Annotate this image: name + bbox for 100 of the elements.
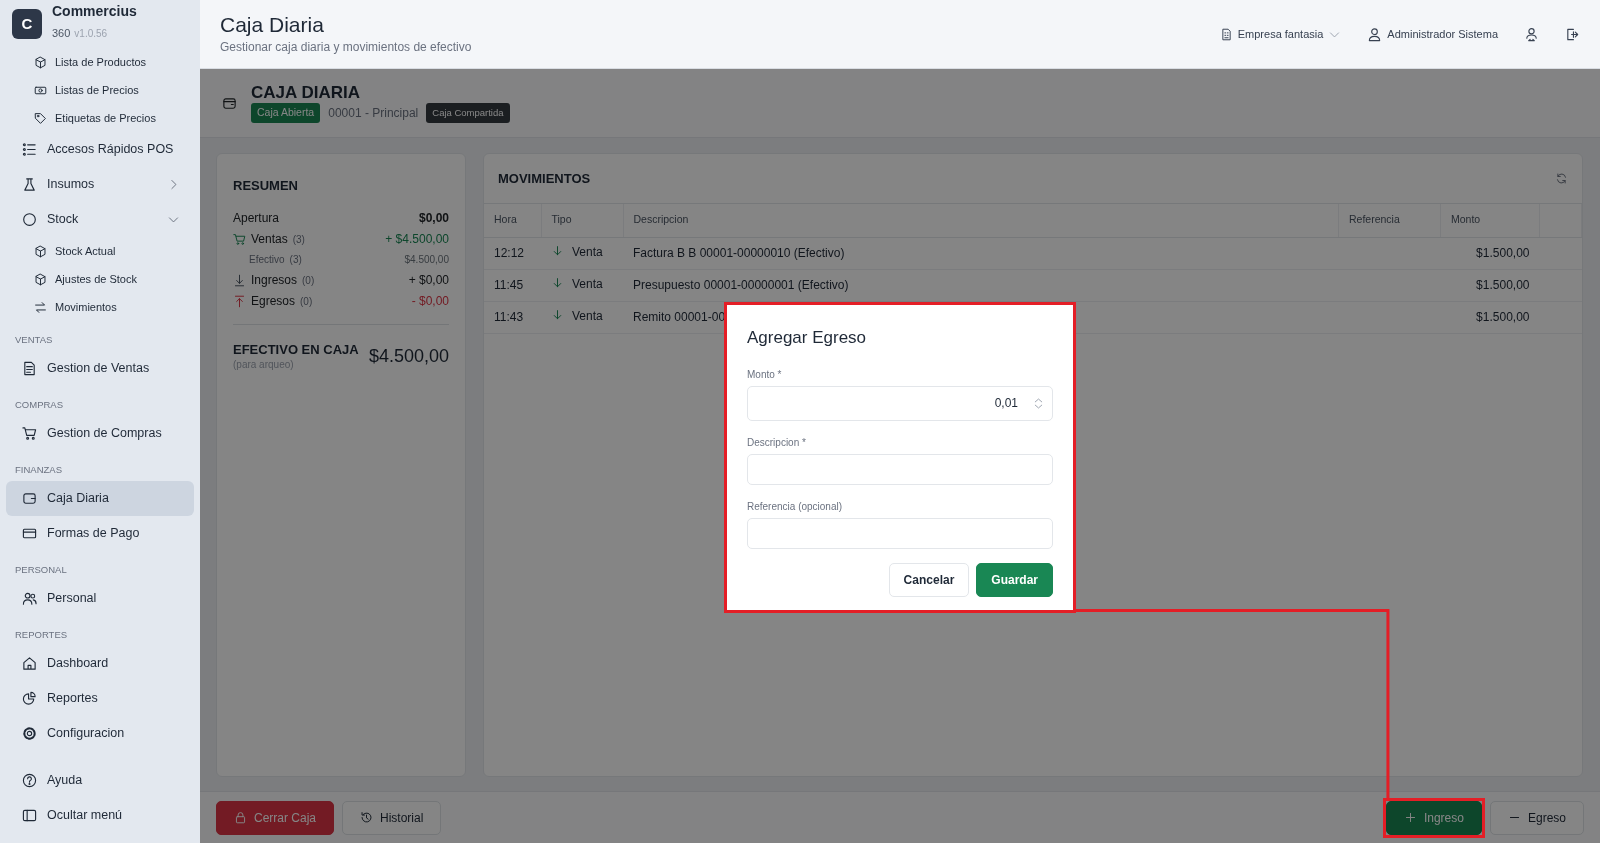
summary-amount: $4.500,00 [404,253,449,267]
summary-label: Ingresos [251,272,298,289]
flask-icon [22,177,37,192]
refresh-icon[interactable] [1555,172,1568,185]
section-title: CAJA DIARIA [251,82,361,104]
table-cell-text: Venta [572,275,603,293]
section-heading: COMPRAS [14,398,65,412]
field-label: Monto * [747,367,783,382]
arrow-up-icon [233,294,246,308]
cancel-button[interactable]: Cancelar [888,562,970,597]
summary-amount: - $0,00 [411,293,449,310]
column-header: Tipo [541,204,623,237]
card-title: RESUMEN [233,177,299,195]
sidebar-item[interactable]: Gestion de Compras [6,416,194,451]
summary-count: (3) [289,253,302,267]
arrow-down-icon [233,273,246,287]
sidebar-item[interactable]: Configuracion [6,716,194,751]
card-icon [22,526,37,541]
table-cell: Factura B B 00001-00000010 (Efectivo) [623,237,1339,269]
wallet-icon [22,491,37,506]
total-amount: $4.500,00 [368,344,449,368]
table-cell: 12:12 [484,237,541,269]
cart-icon [233,232,246,246]
table-cell: $1.500,00 [1440,237,1540,269]
people-icon [22,591,37,606]
save-button[interactable]: Guardar [976,562,1053,597]
sidebar-subitem[interactable]: Stock Actual [6,237,194,265]
sidebar-item[interactable]: Reportes [6,681,194,716]
lock-icon [234,811,247,824]
history-icon [360,811,373,824]
app-version: v1.0.56 [74,27,108,39]
sidebar-item[interactable]: Dashboard [6,646,194,681]
switch-user-icon[interactable] [1524,26,1539,42]
column-header: Referencia [1338,204,1441,237]
shared-tag: Caja Compartida [426,103,510,124]
table-cell: $1.500,00 [1440,269,1540,301]
circle-icon [22,212,37,227]
amount-field[interactable]: 0,01 [747,385,1053,421]
home-icon [22,656,37,671]
app-name: Commercius [52,4,137,20]
user-icon [1367,26,1383,42]
section-heading: VENTAS [14,333,54,347]
sidebar-item[interactable]: Insumos [6,167,194,202]
chart-icon [22,691,37,706]
column-header: Hora [484,204,541,237]
section-heading: FINANZAS [14,463,63,477]
expense-button[interactable]: Egreso [1489,800,1584,835]
table-cell: 11:45 [484,269,541,301]
logo: C [12,9,42,39]
sidebar-item[interactable]: Gestion de Ventas [6,351,194,386]
sidebar-subitem[interactable]: Listas de Precios [6,76,194,104]
summary-label: Ventas [251,231,288,248]
register-name: 00001 - Principal [328,105,419,123]
sidebar-item[interactable]: Stock [6,202,194,237]
company-selector[interactable]: Empresa fantasia [1219,25,1342,43]
status-tag: Caja Abierta [251,103,321,124]
summary-label: Efectivo [249,253,285,267]
sidebar-subitem[interactable]: Etiquetas de Precios [6,104,194,132]
table-cell-text: Venta [572,243,603,261]
logout-icon[interactable] [1565,26,1580,42]
card-title: MOVIMIENTOS [498,169,591,188]
summary-count: (3) [292,232,305,247]
table-cell-text: Venta [572,307,603,325]
cube-icon [34,272,47,286]
sidebar-item[interactable]: Ocultar menú [6,798,194,833]
sidebar-subitem[interactable]: Ajustes de Stock [6,265,194,293]
summary-label: Apertura [233,210,280,227]
table-cell: Presupuesto 00001-00000001 (Efectivo) [623,269,1339,301]
sidebar-item[interactable]: Accesos Rápidos POS [6,132,194,167]
summary-count: (0) [302,273,315,288]
cart-icon [22,426,37,441]
table-cell: $1.500,00 [1440,301,1540,333]
page-title: Caja Diaria [220,12,325,38]
field-label: Descripcion * [747,435,807,450]
section-heading: REPORTES [14,628,69,642]
sidebar-icon [22,808,37,823]
input-field[interactable] [747,517,1053,549]
list-icon [22,142,37,157]
table-cell: 11:43 [484,301,541,333]
summary-count: (0) [300,294,313,309]
history-button[interactable]: Historial [342,800,442,835]
cube-icon [34,55,47,69]
cube-icon [34,244,47,258]
total-label: EFECTIVO EN CAJA [233,342,359,357]
input-field[interactable] [747,453,1053,485]
column-header: Monto [1440,204,1540,237]
sidebar-subitem[interactable]: Movimientos [6,293,194,321]
sidebar-item[interactable]: Formas de Pago [6,516,194,551]
tag-icon [34,111,47,125]
help-icon [22,773,37,788]
wallet-icon [222,95,237,111]
sidebar-item[interactable]: Caja Diaria [6,481,194,516]
spinner-icon[interactable] [1032,396,1045,410]
user-menu[interactable]: Administrador Sistema [1367,25,1498,43]
settings-icon [22,726,37,741]
plus-icon [1403,811,1417,824]
sidebar-item[interactable]: Ayuda [6,763,194,798]
sidebar-item[interactable]: Personal [6,581,194,616]
document-icon [22,361,37,376]
sidebar-subitem[interactable]: Lista de Productos [6,48,194,76]
